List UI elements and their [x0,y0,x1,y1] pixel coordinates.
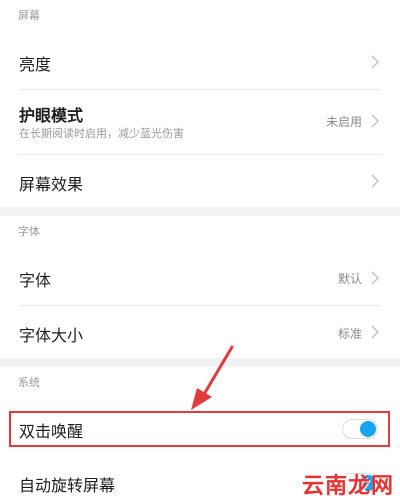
row-brightness[interactable]: 亮度 [0,34,400,90]
row-eye-care-title: 护眼模式 [19,106,84,125]
chevron-right-icon [371,174,380,188]
row-auto-rotate-title: 自动旋转屏幕 [19,476,116,495]
section-label-system: 系统 [18,376,40,389]
watermark-text: 云南龙网 [301,474,394,499]
display-settings-page: 屏幕 亮度 护眼模式 在长期阅读时启用，减少蓝光伤害 未启用 屏幕效果 字体 字… [0,0,400,504]
row-font[interactable]: 字体 默认 [0,250,400,306]
section-header-system: 系统 [0,367,400,399]
row-font-size[interactable]: 字体大小 标准 [0,306,400,358]
row-eye-care-subtitle: 在长期阅读时启用，减少蓝光伤害 [19,127,184,140]
row-font-size-value: 标准 [337,327,362,341]
row-font-value: 默认 [337,272,362,286]
highlight-box [9,411,390,447]
section-header-screen: 屏幕 [0,0,400,32]
row-font-size-title: 字体大小 [19,326,84,345]
section-gap [0,358,400,367]
watermark-logo: 云南龙网 [302,468,394,500]
row-font-title: 字体 [19,271,52,290]
chevron-right-icon [371,325,380,339]
section-gap [0,207,400,216]
section-label-screen: 屏幕 [18,9,40,22]
row-screen-effect[interactable]: 屏幕效果 [0,155,400,207]
chevron-right-icon [371,114,380,128]
row-brightness-title: 亮度 [19,55,52,74]
chevron-right-icon [371,55,380,69]
section-header-font: 字体 [0,216,400,248]
section-label-font: 字体 [18,225,40,238]
row-eye-care[interactable]: 护眼模式 在长期阅读时启用，减少蓝光伤害 未启用 [0,90,400,154]
chevron-right-icon [371,271,380,285]
row-screen-effect-title: 屏幕效果 [19,175,84,194]
row-eye-care-value: 未启用 [325,115,362,129]
